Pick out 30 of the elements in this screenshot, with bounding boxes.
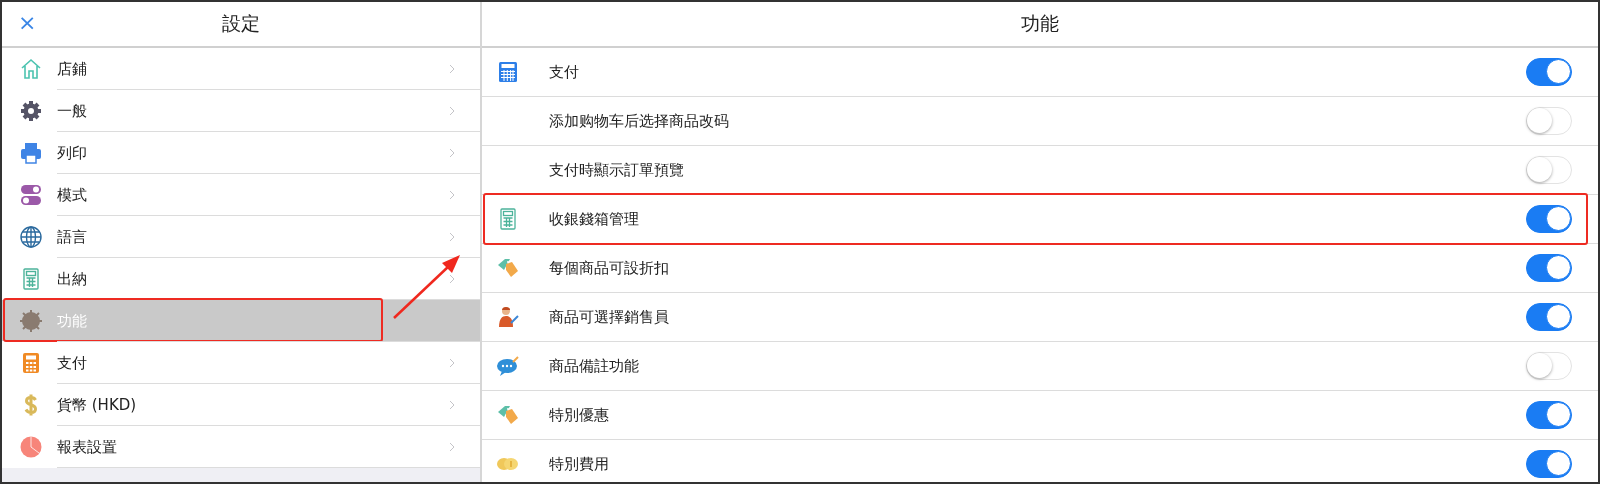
feature-label: 收銀錢箱管理: [549, 209, 640, 229]
home-icon: [19, 57, 43, 81]
toggle-switch[interactable]: [1526, 303, 1572, 331]
feature-label: 添加购物车后选择商品改码: [549, 111, 730, 131]
calculator-icon: [496, 60, 520, 84]
settings-icon: [19, 99, 43, 123]
feature-label: 支付: [549, 62, 580, 82]
toggle-switch[interactable]: [1526, 450, 1572, 478]
toggle-switch[interactable]: [1526, 58, 1572, 86]
tags-icon: [496, 403, 520, 427]
panel-title: 設定: [222, 11, 260, 36]
speech-bubble-icon: [496, 354, 520, 378]
feature-label: 每個商品可設折扣: [549, 258, 670, 278]
feature-label: 特別優惠: [549, 405, 610, 425]
panel-title: 功能: [1021, 11, 1059, 36]
person-icon: [496, 305, 520, 329]
feature-label: 特別費用: [549, 454, 610, 474]
feature-label: 商品備註功能: [549, 356, 640, 376]
globe-icon: [19, 225, 43, 249]
toggle-switch[interactable]: [1526, 254, 1572, 282]
toggle-switch[interactable]: [1526, 205, 1572, 233]
printer-icon: [19, 141, 43, 165]
pie-chart-icon: [19, 435, 43, 459]
feature-label: 商品可選擇銷售員: [549, 307, 670, 327]
close-button[interactable]: ×: [14, 10, 41, 36]
feature-label: 支付時顯示訂單預覽: [549, 160, 685, 180]
tags-icon: [496, 256, 520, 280]
toggle-switch[interactable]: [1526, 401, 1572, 429]
switches-icon: [19, 183, 43, 207]
gear-icon: [19, 309, 43, 333]
